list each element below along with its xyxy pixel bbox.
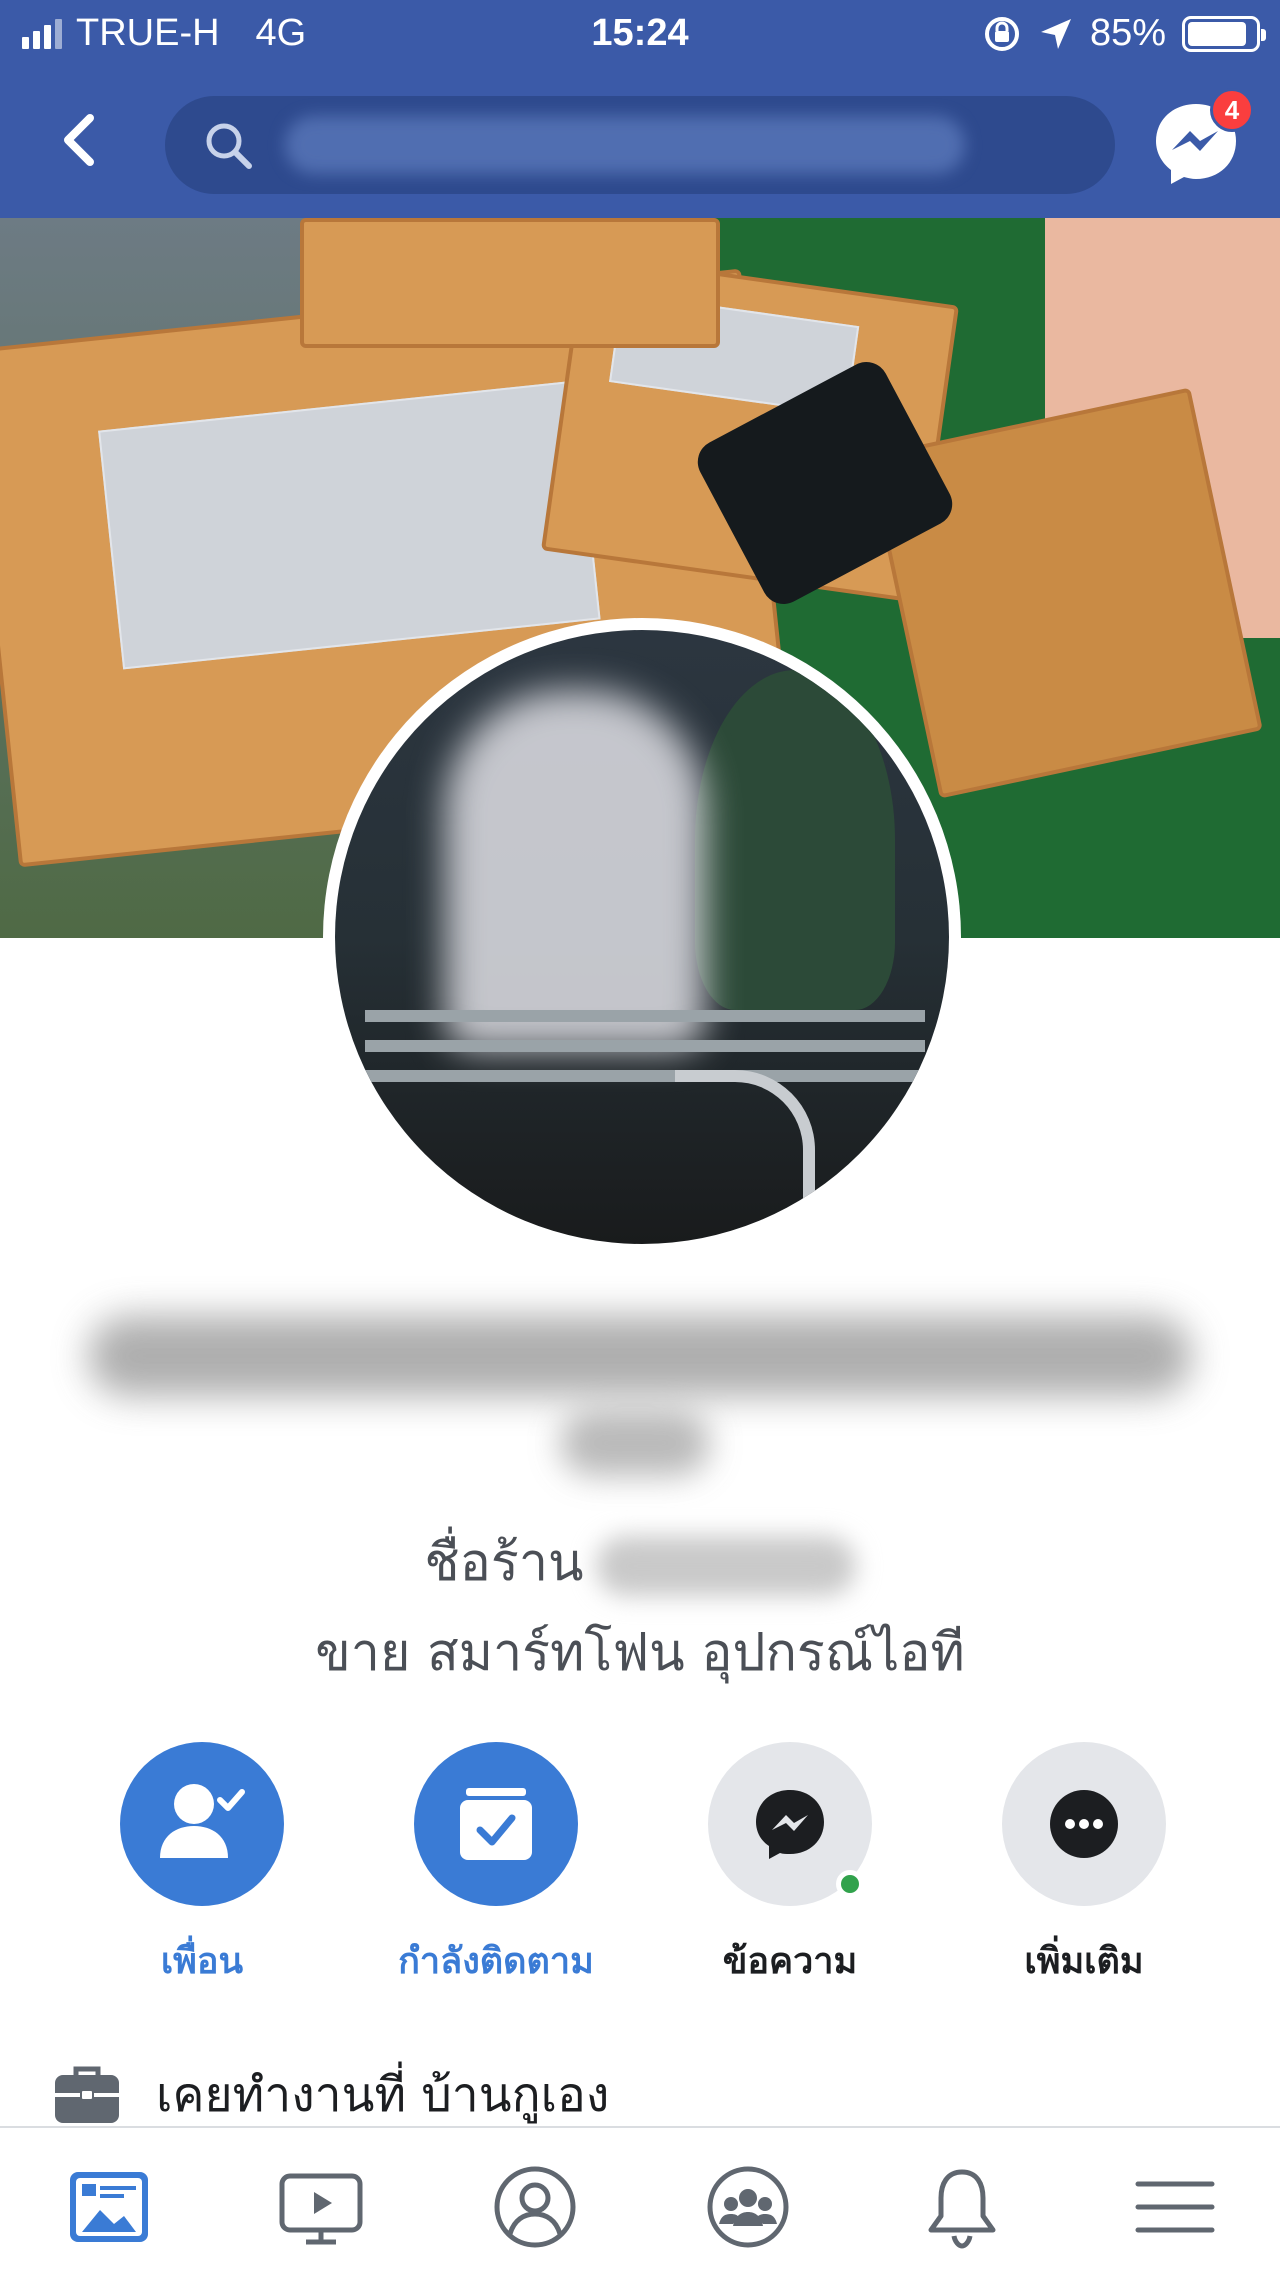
bio-line-2: ขาย สมาร์ทโฟน อุปกรณ์ไอที <box>315 1623 965 1683</box>
friends-label: เพื่อน <box>160 1941 244 1982</box>
bottom-tab-bar <box>0 2126 1280 2275</box>
work-info: เคยทำงานที่ บ้านกูเอง <box>52 2055 609 2135</box>
groups-icon[interactable] <box>703 2162 793 2252</box>
battery-percent: 85% <box>1089 12 1166 54</box>
message-button[interactable]: ข้อความ <box>670 1742 910 1989</box>
watch-icon[interactable] <box>276 2162 366 2252</box>
profile-icon[interactable] <box>490 2162 580 2252</box>
shop-name-redacted <box>595 1536 856 1596</box>
profile-name-redacted <box>88 1316 1192 1396</box>
search-icon <box>206 123 252 169</box>
following-icon <box>460 1788 532 1860</box>
search-field[interactable] <box>165 96 1115 194</box>
bio-shop-label: ชื่อร้าน <box>424 1533 584 1593</box>
work-text: เคยทำงานที่ บ้านกูเอง <box>156 2067 610 2123</box>
friends-check-icon <box>160 1784 245 1858</box>
messenger-badge: 4 <box>1210 88 1254 132</box>
avatar-photo <box>335 630 949 1244</box>
profile-name-redacted-line2 <box>560 1410 710 1476</box>
status-bar: TRUE-H 4G 15:24 85% <box>0 0 1280 72</box>
bio-line-1: ชื่อร้าน <box>0 1520 1280 1603</box>
notifications-icon[interactable] <box>917 2162 1007 2252</box>
cover-box <box>300 218 720 348</box>
menu-icon[interactable] <box>1130 2162 1220 2252</box>
avatar-person-redacted <box>445 690 705 1050</box>
briefcase-icon <box>55 2066 119 2123</box>
profile-actions: เพื่อน กำลังติดตาม ข้อความ เพิ่มเติม <box>0 1742 1280 1982</box>
back-chevron-icon[interactable] <box>50 110 110 170</box>
search-query-redacted <box>285 116 965 174</box>
more-icon <box>1050 1790 1118 1858</box>
following-button[interactable]: กำลังติดตาม <box>376 1742 616 1989</box>
online-status-dot <box>836 1870 864 1898</box>
profile-avatar[interactable] <box>323 618 961 1256</box>
friends-button[interactable]: เพื่อน <box>82 1742 322 1989</box>
more-label: เพิ่มเติม <box>1024 1941 1144 1982</box>
following-label: กำลังติดตาม <box>398 1941 594 1982</box>
message-label: ข้อความ <box>722 1941 858 1982</box>
news-feed-icon[interactable] <box>64 2162 154 2252</box>
more-button[interactable]: เพิ่มเติม <box>964 1742 1204 1989</box>
battery-icon <box>1182 15 1266 52</box>
rotation-lock-icon <box>984 16 1019 51</box>
location-arrow-icon <box>1040 18 1071 49</box>
top-bar: TRUE-H 4G 15:24 85% 4 <box>0 0 1280 218</box>
